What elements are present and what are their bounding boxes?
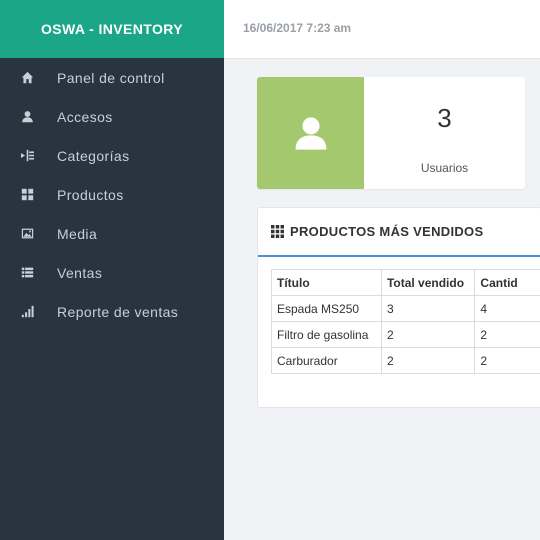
column-header-total-vendido: Total vendido [380, 269, 476, 296]
column-header-titulo: Título [271, 269, 382, 296]
current-datetime: 16/06/2017 7:23 am [243, 21, 352, 35]
cell-title: Espada MS250 [271, 295, 382, 322]
sidebar-item-label: Ventas [57, 264, 103, 281]
sidebar-item-label: Productos [57, 186, 124, 203]
list-icon [19, 265, 35, 281]
sidebar-item-label: Categorías [57, 147, 130, 164]
sidebar-item-label: Media [57, 225, 98, 242]
cell-title: Carburador [271, 347, 382, 374]
table-row: Espada MS250 3 4 [271, 295, 540, 322]
users-stat-card: 3 Usuarios [257, 77, 525, 189]
image-icon [19, 226, 35, 242]
sidebar-item-reporte-de-ventas[interactable]: Reporte de ventas [0, 292, 224, 331]
top-bar: 16/06/2017 7:23 am [224, 0, 540, 59]
cell-quantity: 2 [474, 347, 540, 374]
panel-heading: PRODUCTOS MÁS VENDIDOS [258, 208, 540, 257]
cell-title: Filtro de gasolina [271, 321, 382, 348]
cell-quantity: 2 [474, 321, 540, 348]
top-products-table: Título Total vendido Cantid Espada MS250… [271, 269, 540, 374]
th-grid-icon [271, 225, 284, 238]
sidebar-item-label: Reporte de ventas [57, 303, 179, 320]
home-icon [19, 70, 35, 86]
grid-icon [19, 187, 35, 203]
sidebar-item-productos[interactable]: Productos [0, 175, 224, 214]
app-brand[interactable]: OSWA - INVENTORY [0, 0, 224, 58]
panel-title: PRODUCTOS MÁS VENDIDOS [290, 224, 484, 239]
table-header-row: Título Total vendido Cantid [271, 269, 540, 296]
sidebar-item-label: Panel de control [57, 69, 165, 86]
top-products-panel: PRODUCTOS MÁS VENDIDOS Título Total vend… [257, 207, 540, 408]
users-label: Usuarios [420, 161, 469, 175]
cell-total: 3 [380, 295, 476, 322]
user-icon [295, 117, 326, 150]
cell-total: 2 [380, 347, 476, 374]
sidebar-item-ventas[interactable]: Ventas [0, 253, 224, 292]
indent-icon [19, 148, 35, 164]
user-icon [19, 109, 35, 125]
sidebar: Panel de control Accesos Categorías Prod… [0, 58, 224, 540]
cell-total: 2 [380, 321, 476, 348]
table-row: Carburador 2 2 [271, 347, 540, 374]
main-content: 3 Usuarios PRODUCTOS MÁS VENDIDOS Título… [224, 59, 540, 540]
sidebar-item-label: Accesos [57, 108, 113, 125]
table-row: Filtro de gasolina 2 2 [271, 321, 540, 348]
sidebar-item-categorias[interactable]: Categorías [0, 136, 224, 175]
users-count: 3 [437, 103, 452, 133]
cell-quantity: 4 [474, 295, 540, 322]
sidebar-item-panel-de-control[interactable]: Panel de control [0, 58, 224, 97]
app-title: OSWA - INVENTORY [40, 21, 183, 37]
column-header-cantidad: Cantid [474, 269, 540, 296]
users-stat-icon-box [257, 77, 364, 189]
sidebar-item-media[interactable]: Media [0, 214, 224, 253]
signal-icon [19, 304, 35, 320]
sidebar-item-accesos[interactable]: Accesos [0, 97, 224, 136]
